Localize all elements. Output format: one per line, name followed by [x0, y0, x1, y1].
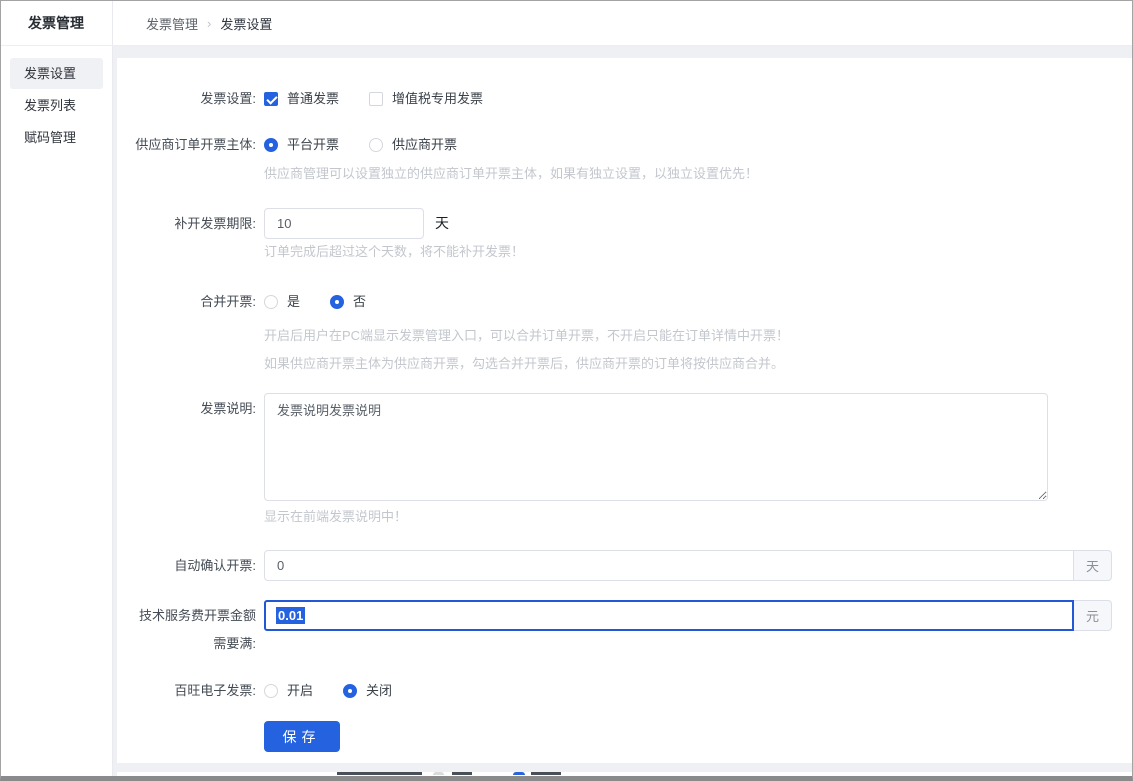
page-gutter	[117, 763, 1132, 772]
radio-merge-yes[interactable]: 是	[264, 292, 300, 312]
supplier-subject-row: 供应商订单开票主体: 平台开票 供应商开票	[117, 135, 1132, 155]
sidebar-item-invoice-settings[interactable]: 发票设置	[10, 58, 103, 89]
merge-invoice-row: 合并开票: 是 否	[117, 292, 1132, 312]
radio-selected-icon	[330, 295, 344, 309]
checkbox-vat-special-invoice[interactable]: 增值税专用发票	[369, 89, 483, 109]
radio-baiwang-on[interactable]: 开启	[264, 681, 313, 701]
invoice-note-textarea[interactable]: 发票说明发票说明	[264, 393, 1048, 501]
invoice-note-label: 发票说明:	[117, 393, 256, 424]
clipped-row-fragment	[531, 772, 561, 775]
chevron-right-icon: ›	[207, 16, 211, 31]
tech-fee-label: 技术服务费开票金额 需要满:	[117, 600, 256, 657]
auto-confirm-row: 自动确认开票: 天	[117, 550, 1132, 581]
invoice-type-row: 发票设置: 普通发票 增值税专用发票	[117, 89, 1132, 109]
baiwang-label: 百旺电子发票:	[117, 681, 256, 701]
radio-label: 开启	[287, 681, 313, 701]
merge-invoice-help1: 开启后用户在PC端显示发票管理入口，可以合并订单开票，不开启只能在订单详情中开票…	[264, 328, 1132, 344]
breadcrumb-parent[interactable]: 发票管理	[146, 14, 198, 33]
clipped-row-fragment	[337, 772, 422, 775]
merge-invoice-label: 合并开票:	[117, 292, 256, 312]
settings-card: 发票设置: 普通发票 增值税专用发票 供应商订单开票主体:	[117, 58, 1132, 763]
invoice-note-row: 发票说明: 发票说明发票说明	[117, 393, 1132, 501]
radio-unselected-icon	[264, 295, 278, 309]
save-button[interactable]: 保存	[264, 721, 340, 752]
header: 发票管理 发票管理 › 发票设置	[1, 1, 1132, 46]
clipped-content-sliver	[117, 772, 1132, 776]
supplier-subject-help: 供应商管理可以设置独立的供应商订单开票主体，如果有独立设置，以独立设置优先！	[264, 166, 1132, 182]
radio-baiwang-off[interactable]: 关闭	[343, 681, 392, 701]
invoice-type-label: 发票设置:	[117, 89, 256, 109]
sidebar: 发票设置 发票列表 赋码管理	[1, 46, 113, 776]
radio-unselected-icon	[369, 138, 383, 152]
radio-unselected-icon	[264, 684, 278, 698]
supplier-subject-label: 供应商订单开票主体:	[117, 135, 256, 155]
clipped-radio-fragment	[433, 772, 444, 775]
reissue-period-label: 补开发票期限:	[117, 208, 256, 239]
tech-fee-input[interactable]: 0.01	[264, 600, 1074, 631]
reissue-period-input[interactable]	[264, 208, 424, 239]
radio-merge-no[interactable]: 否	[330, 292, 366, 312]
auto-confirm-unit-addon: 天	[1074, 550, 1112, 581]
breadcrumb-current: 发票设置	[220, 14, 272, 33]
radio-label: 平台开票	[287, 135, 339, 155]
radio-platform-invoicing[interactable]: 平台开票	[264, 135, 339, 155]
app-window: 发票管理 发票管理 › 发票设置 发票设置 发票列表 赋码管理 发票设置:	[0, 0, 1133, 781]
auto-confirm-input[interactable]	[264, 550, 1074, 581]
radio-label: 是	[287, 292, 300, 312]
tech-fee-unit-addon: 元	[1074, 600, 1112, 631]
invoice-note-help: 显示在前端发票说明中！	[264, 509, 1132, 525]
checkbox-ordinary-invoice[interactable]: 普通发票	[264, 89, 339, 109]
main-content: 发票设置: 普通发票 增值税专用发票 供应商订单开票主体:	[113, 46, 1132, 776]
radio-label: 关闭	[366, 681, 392, 701]
radio-label: 否	[353, 292, 366, 312]
reissue-period-help: 订单完成后超过这个天数，将不能补开发票！	[264, 244, 1132, 260]
merge-invoice-help2: 如果供应商开票主体为供应商开票，勾选合并开票后，供应商开票的订单将按供应商合并。	[264, 356, 1132, 372]
radio-supplier-invoicing[interactable]: 供应商开票	[369, 135, 457, 155]
radio-selected-icon	[264, 138, 278, 152]
sidebar-item-invoice-list[interactable]: 发票列表	[10, 90, 103, 121]
radio-label: 供应商开票	[392, 135, 457, 155]
breadcrumb: 发票管理 › 发票设置	[113, 1, 272, 45]
selected-input-text: 0.01	[276, 607, 305, 624]
clipped-row-fragment	[452, 772, 472, 775]
tech-fee-row: 技术服务费开票金额 需要满: 0.01 元	[117, 600, 1132, 657]
checkbox-label: 增值税专用发票	[392, 89, 483, 109]
radio-selected-icon	[343, 684, 357, 698]
sidebar-item-code-management[interactable]: 赋码管理	[10, 122, 103, 153]
sidebar-title: 发票管理	[1, 1, 113, 45]
checkbox-checked-icon	[264, 92, 278, 106]
reissue-period-row: 补开发票期限: 天	[117, 208, 1132, 239]
checkbox-unchecked-icon	[369, 92, 383, 106]
auto-confirm-label: 自动确认开票:	[117, 550, 256, 581]
reissue-period-unit: 天	[435, 208, 449, 239]
checkbox-label: 普通发票	[287, 89, 339, 109]
clipped-radio-fragment	[513, 772, 525, 775]
baiwang-row: 百旺电子发票: 开启 关闭	[117, 681, 1132, 701]
